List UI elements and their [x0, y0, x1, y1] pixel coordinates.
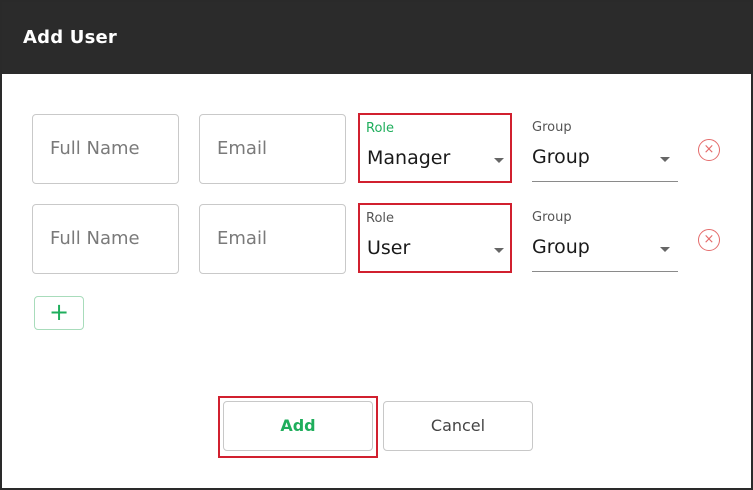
email-field[interactable]: Email	[199, 204, 346, 274]
role-select[interactable]: Role Manager	[358, 113, 512, 183]
full-name-field[interactable]: Full Name	[32, 114, 179, 184]
group-select[interactable]: Group Group	[532, 116, 678, 182]
add-user-dialog: Add User Full Name Email Role Manager Gr…	[0, 0, 753, 490]
remove-row-button[interactable]: ×	[698, 139, 720, 161]
chevron-down-icon	[660, 247, 670, 252]
plus-icon: +	[48, 298, 70, 326]
group-underline	[532, 271, 678, 272]
group-label: Group	[532, 120, 572, 135]
role-select[interactable]: Role User	[358, 203, 512, 273]
group-underline	[532, 181, 678, 182]
add-row-button[interactable]: +	[34, 296, 84, 330]
role-value: Manager	[367, 147, 451, 169]
email-placeholder: Email	[217, 228, 267, 249]
role-label: Role	[366, 121, 395, 136]
close-icon: ×	[703, 142, 715, 157]
group-value: Group	[532, 146, 590, 168]
email-placeholder: Email	[217, 138, 267, 159]
add-button[interactable]: Add	[223, 401, 373, 451]
group-select[interactable]: Group Group	[532, 206, 678, 272]
dialog-title: Add User	[23, 27, 117, 48]
chevron-down-icon	[494, 248, 504, 253]
group-label: Group	[532, 210, 572, 225]
full-name-placeholder: Full Name	[50, 138, 140, 159]
chevron-down-icon	[494, 158, 504, 163]
role-label: Role	[366, 211, 395, 226]
close-icon: ×	[703, 232, 715, 247]
chevron-down-icon	[660, 157, 670, 162]
role-value: User	[367, 237, 411, 259]
full-name-field[interactable]: Full Name	[32, 204, 179, 274]
group-value: Group	[532, 236, 590, 258]
full-name-placeholder: Full Name	[50, 228, 140, 249]
email-field[interactable]: Email	[199, 114, 346, 184]
cancel-button[interactable]: Cancel	[383, 401, 533, 451]
dialog-titlebar: Add User	[2, 2, 751, 74]
remove-row-button[interactable]: ×	[698, 229, 720, 251]
